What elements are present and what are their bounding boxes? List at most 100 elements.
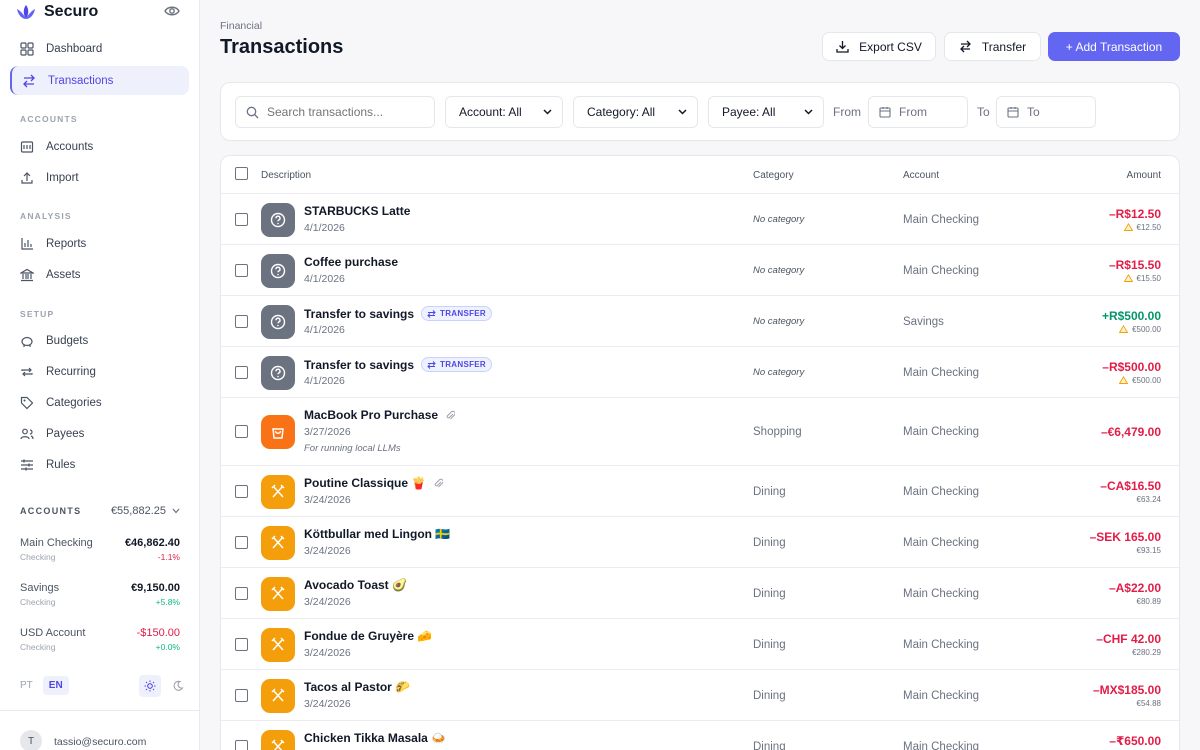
converted-amount: €54.88: [1137, 699, 1161, 708]
column-header-description[interactable]: Description: [261, 170, 311, 181]
row-checkbox[interactable]: [235, 586, 248, 600]
transaction-category[interactable]: Dining: [753, 690, 786, 702]
transaction-description[interactable]: MacBook Pro Purchase: [304, 408, 456, 422]
transaction-category[interactable]: Dining: [753, 588, 786, 600]
sidebar-item-import[interactable]: Import: [10, 163, 189, 192]
table-row[interactable]: Avocado Toast 🥑 3/24/2026 Dining Main Check…: [221, 568, 1179, 619]
sidebar-item-rules[interactable]: Rules: [10, 450, 189, 479]
sidebar-item-dashboard[interactable]: Dashboard: [10, 34, 189, 63]
row-checkbox[interactable]: [235, 688, 248, 702]
sidebar-item-transactions[interactable]: Transactions: [10, 66, 189, 95]
transaction-category[interactable]: Dining: [753, 486, 786, 498]
transaction-description[interactable]: Tacos al Pastor 🌮: [304, 680, 410, 694]
transaction-description[interactable]: Coffee purchase: [304, 255, 398, 269]
row-checkbox[interactable]: [235, 212, 248, 226]
warning-icon: [1119, 376, 1129, 384]
dark-theme-button[interactable]: [167, 675, 189, 697]
from-date-input[interactable]: From: [868, 96, 968, 128]
accounts-summary-header[interactable]: ACCOUNTS €55,882.25: [20, 505, 180, 517]
table-row[interactable]: Tacos al Pastor 🌮 3/24/2026 Dining Main Che…: [221, 670, 1179, 721]
transaction-description[interactable]: Avocado Toast 🥑: [304, 578, 407, 592]
column-header-account[interactable]: Account: [903, 170, 939, 181]
table-row[interactable]: Poutine Classique 🍟 3/24/2026 Dining Main C…: [221, 466, 1179, 517]
row-checkbox[interactable]: [235, 425, 248, 438]
account-row-savings[interactable]: Savings €9,150.00 Checking +5.8%: [20, 582, 180, 607]
row-checkbox[interactable]: [235, 739, 248, 750]
row-checkbox[interactable]: [235, 365, 248, 379]
paperclip-icon[interactable]: [433, 478, 444, 489]
sidebar-item-budgets[interactable]: Budgets: [10, 326, 189, 355]
eye-icon[interactable]: [164, 4, 180, 18]
account-type: Checking: [20, 552, 56, 562]
transaction-category[interactable]: Dining: [753, 639, 786, 651]
account-change: +0.0%: [155, 642, 180, 652]
category-filter-select[interactable]: Category: All: [573, 96, 698, 128]
transaction-description[interactable]: Transfer to savings TRANSFER: [304, 357, 493, 372]
transaction-description[interactable]: Fondue de Gruyère 🧀: [304, 629, 432, 643]
account-row-main-checking[interactable]: Main Checking €46,862.40 Checking -1.1%: [20, 537, 180, 562]
section-label-accounts: ACCOUNTS: [20, 114, 78, 124]
sidebar-item-recurring[interactable]: Recurring: [10, 357, 189, 386]
transaction-description[interactable]: Köttbullar med Lingon 🇸🇪: [304, 527, 450, 541]
table-row[interactable]: Chicken Tikka Masala 🍛3/24/2026DiningMai…: [221, 721, 1179, 750]
transaction-description[interactable]: Transfer to savings TRANSFER: [304, 306, 493, 321]
select-all-checkbox[interactable]: [235, 167, 248, 180]
row-checkbox[interactable]: [235, 314, 248, 328]
transaction-category[interactable]: No category: [753, 367, 804, 378]
table-row[interactable]: Fondue de Gruyère 🧀 3/24/2026 Dining Main C…: [221, 619, 1179, 670]
transaction-category[interactable]: Shopping: [753, 426, 802, 438]
account-type: Checking: [20, 642, 56, 652]
table-row[interactable]: Transfer to savings TRANSFER 4/1/2026 No ca…: [221, 296, 1179, 347]
table-row[interactable]: STARBUCKS Latte 4/1/2026 No category Main C…: [221, 194, 1179, 245]
converted-amount: €280.29: [1132, 648, 1161, 657]
transaction-description[interactable]: Poutine Classique 🍟: [304, 476, 444, 490]
export-csv-button[interactable]: Export CSV: [822, 32, 936, 61]
account-filter-select[interactable]: Account: All: [445, 96, 563, 128]
light-theme-button[interactable]: [139, 675, 161, 697]
sidebar-item-reports[interactable]: Reports: [10, 229, 189, 258]
sidebar-item-assets[interactable]: Assets: [10, 260, 189, 289]
transaction-amount: +R$500.00: [1101, 308, 1161, 323]
search-input[interactable]: [267, 105, 427, 119]
transaction-category[interactable]: No category: [753, 316, 804, 327]
account-row-usd[interactable]: USD Account -$150.00 Checking +0.0%: [20, 627, 180, 652]
paperclip-icon[interactable]: [445, 410, 456, 421]
breadcrumb[interactable]: Financial: [220, 20, 262, 32]
column-header-amount[interactable]: Amount: [1127, 170, 1161, 181]
row-checkbox[interactable]: [235, 535, 248, 549]
category-tile: [261, 202, 295, 237]
transaction-date: 4/1/2026: [304, 273, 345, 285]
brand[interactable]: Securo: [16, 2, 98, 22]
swap-arrows-icon: [959, 40, 971, 53]
search-box[interactable]: [235, 96, 435, 128]
table-row[interactable]: Köttbullar med Lingon 🇸🇪 3/24/2026 Dining M…: [221, 517, 1179, 568]
user-footer[interactable]: T tassio@securo.com: [0, 710, 200, 750]
table-row[interactable]: Transfer to savings TRANSFER 4/1/2026 No ca…: [221, 347, 1179, 398]
transaction-category[interactable]: No category: [753, 214, 804, 225]
sidebar-item-categories[interactable]: Categories: [10, 388, 189, 417]
row-checkbox[interactable]: [235, 484, 248, 498]
transaction-description[interactable]: Chicken Tikka Masala 🍛: [304, 731, 446, 745]
to-date-input[interactable]: To: [996, 96, 1096, 128]
payee-filter-select[interactable]: Payee: All: [708, 96, 824, 128]
sidebar-item-label: Budgets: [46, 334, 89, 347]
sidebar-item-payees[interactable]: Payees: [10, 419, 189, 448]
row-checkbox[interactable]: [235, 637, 248, 651]
transaction-category[interactable]: No category: [753, 265, 804, 276]
row-checkbox[interactable]: [235, 263, 248, 277]
transaction-category[interactable]: Dining: [753, 537, 786, 549]
sidebar-item-label: Rules: [46, 458, 76, 471]
to-label: To: [977, 105, 990, 119]
table-row[interactable]: MacBook Pro Purchase 3/27/2026 For running…: [221, 398, 1179, 466]
add-transaction-button[interactable]: + Add Transaction: [1048, 32, 1180, 61]
category-tile: [261, 355, 295, 390]
sidebar-item-accounts[interactable]: Accounts: [10, 132, 189, 161]
lang-pt-button[interactable]: PT: [20, 680, 33, 691]
transaction-description[interactable]: STARBUCKS Latte: [304, 204, 410, 218]
avatar: T: [20, 730, 42, 750]
transaction-category[interactable]: Dining: [753, 741, 786, 750]
table-row[interactable]: Coffee purchase 4/1/2026 No category Main C…: [221, 245, 1179, 296]
transfer-button[interactable]: Transfer: [944, 32, 1041, 61]
column-header-category[interactable]: Category: [753, 170, 794, 181]
lang-en-button[interactable]: EN: [42, 676, 69, 695]
